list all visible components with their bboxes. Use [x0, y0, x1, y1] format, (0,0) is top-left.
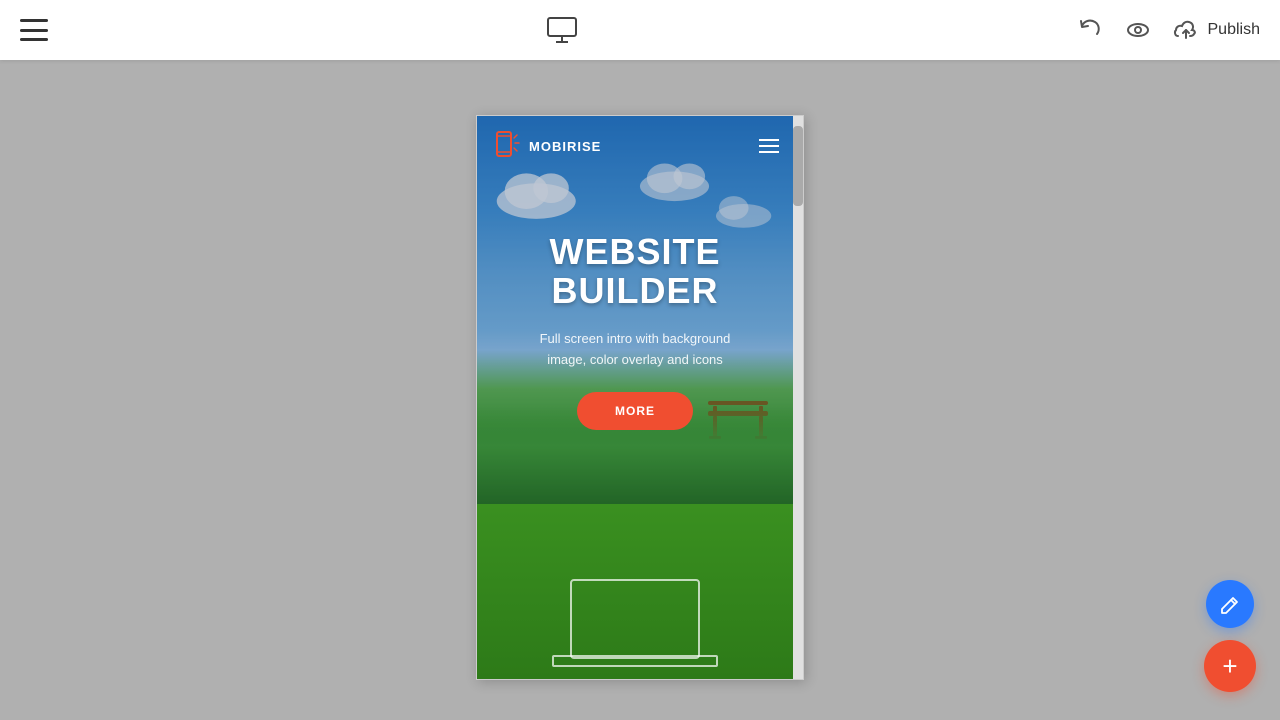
preview-scrollbar[interactable] [793, 116, 803, 679]
toolbar-right: Publish [1076, 16, 1260, 44]
preview-bottom-section [477, 504, 793, 679]
undo-icon[interactable] [1076, 16, 1104, 44]
preview-scrollbar-thumb[interactable] [793, 126, 803, 206]
hamburger-menu-icon[interactable] [20, 19, 48, 41]
cloud-upload-icon [1172, 16, 1200, 44]
toolbar-left [20, 19, 48, 41]
preview-eye-icon[interactable] [1124, 16, 1152, 44]
fab-container: + [1204, 580, 1256, 692]
preview-nav: MOBIRISE [477, 116, 793, 176]
toolbar-center [544, 12, 580, 48]
preview-logo: MOBIRISE [491, 130, 601, 162]
fab-edit-button[interactable] [1206, 580, 1254, 628]
preview-logo-text: MOBIRISE [529, 139, 601, 154]
publish-button[interactable]: Publish [1172, 16, 1260, 44]
preview-nav-menu-icon[interactable] [759, 139, 779, 153]
preview-inner: MOBIRISE WEBSITE BUILDER Full screen int… [477, 116, 803, 679]
canvas-area: MOBIRISE WEBSITE BUILDER Full screen int… [0, 60, 1280, 720]
preview-frame: MOBIRISE WEBSITE BUILDER Full screen int… [476, 115, 804, 680]
preview-laptop-outline [570, 579, 700, 659]
preview-hero-subtitle: Full screen intro with background image,… [535, 329, 735, 371]
preview-hero-title: WEBSITE BUILDER [549, 232, 720, 311]
monitor-icon[interactable] [544, 12, 580, 48]
toolbar: Publish [0, 0, 1280, 60]
preview-more-button[interactable]: MORE [577, 392, 693, 430]
publish-label: Publish [1208, 21, 1260, 39]
fab-add-button[interactable]: + [1204, 640, 1256, 692]
